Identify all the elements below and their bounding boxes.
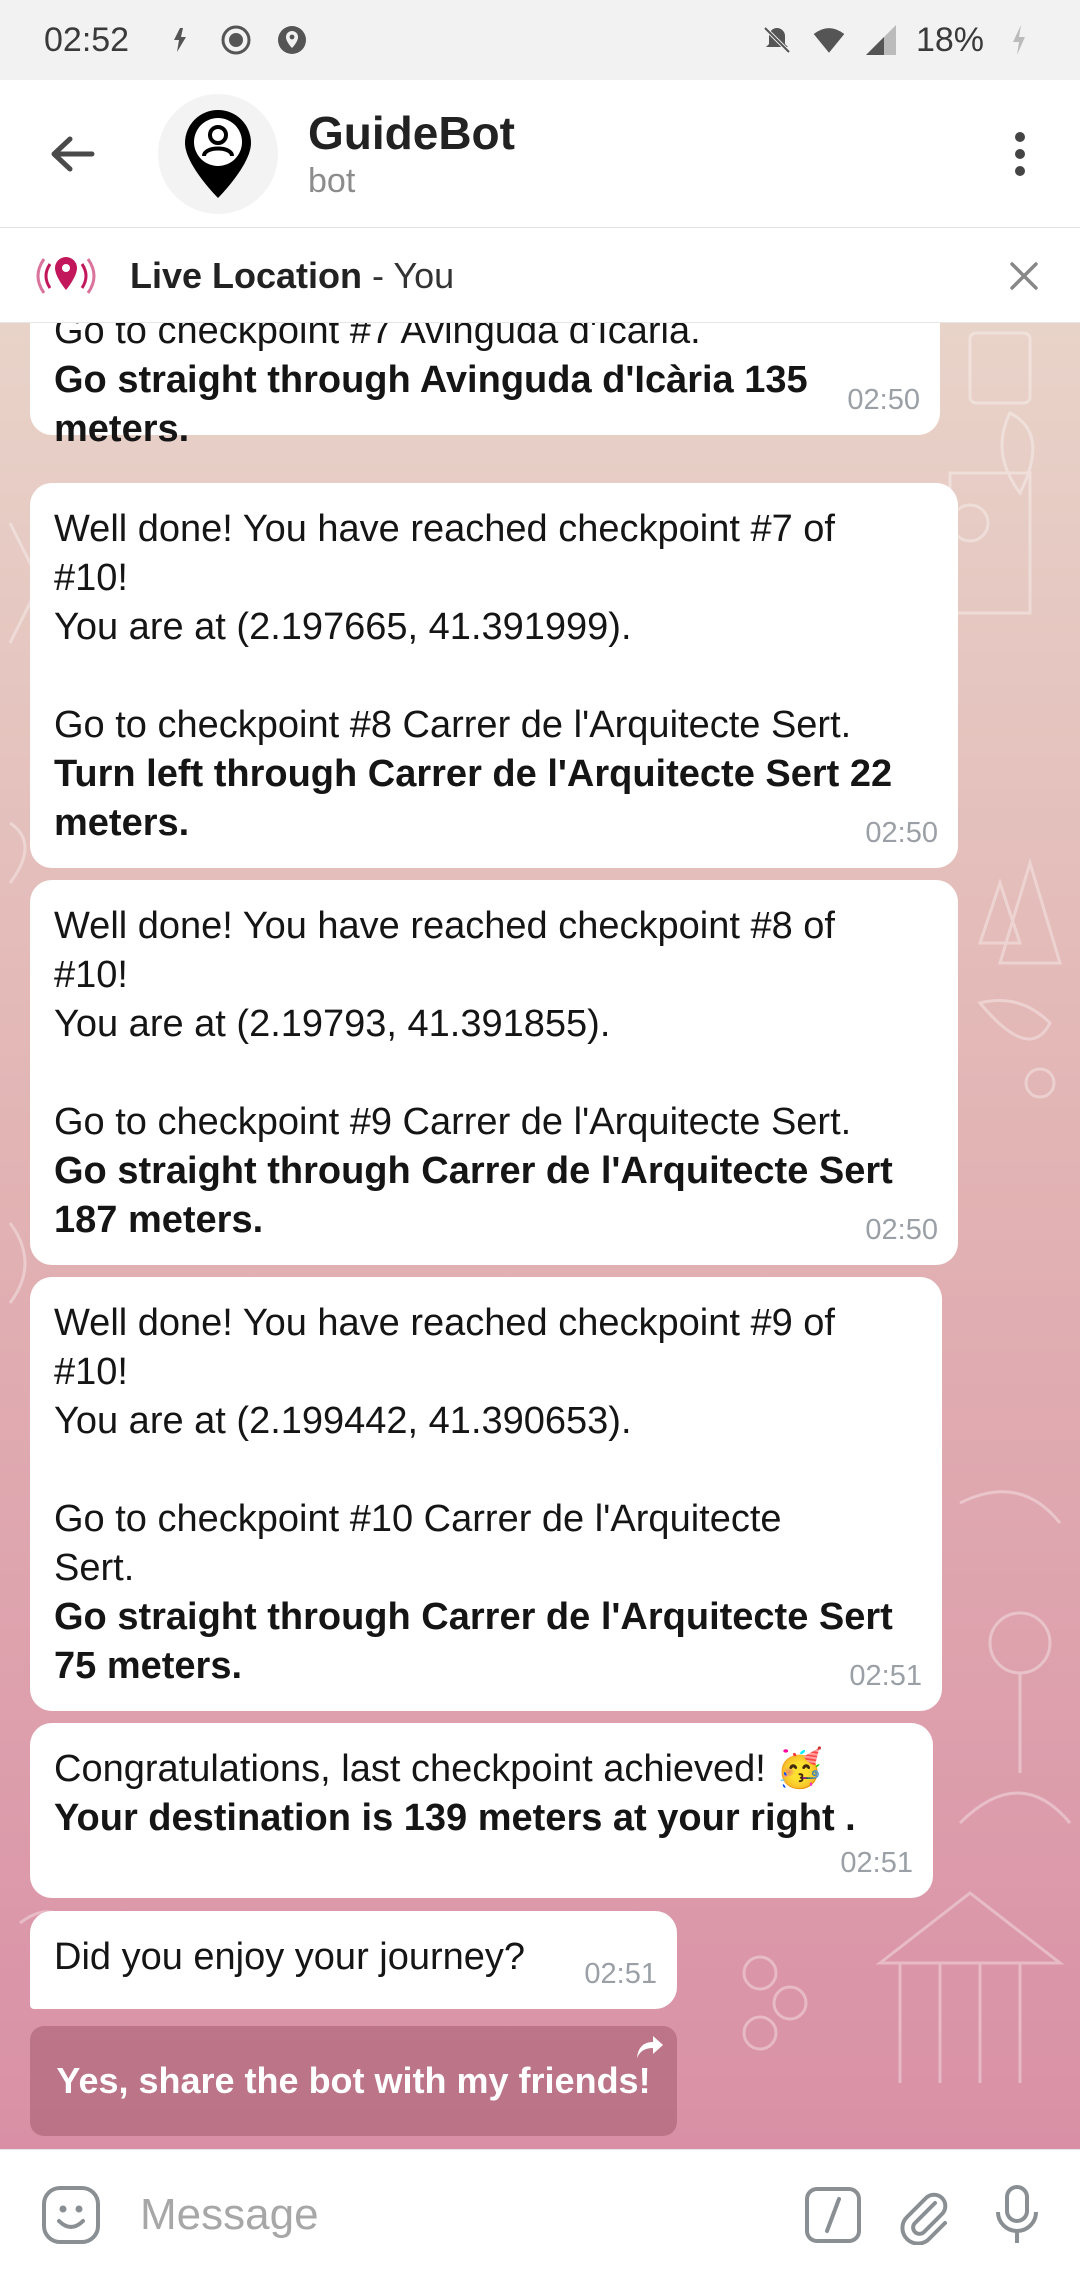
message-text: Turn left through Carrer de l'Arquitecte…: [54, 753, 893, 795]
battery-percent: 18%: [915, 20, 984, 59]
chat-header: GuideBot bot: [0, 80, 1080, 228]
more-vertical-icon: [1015, 131, 1025, 176]
voice-message-button[interactable]: [984, 2182, 1050, 2248]
message-text: Go to checkpoint #7 Avinguda d'Icària.: [54, 323, 701, 352]
message-text: #10!: [54, 954, 128, 996]
close-icon: [1010, 261, 1038, 290]
signal-icon: [864, 23, 898, 57]
message-text: Sert.: [54, 1547, 135, 1589]
message-bubble[interactable]: Well done! You have reached checkpoint #…: [30, 1277, 942, 1711]
paperclip-icon: [900, 2192, 948, 2245]
back-button[interactable]: [32, 114, 112, 194]
record-icon: [219, 23, 253, 57]
data-saver-icon: [163, 23, 197, 57]
location-icon: [275, 23, 309, 57]
message-time: 02:51: [840, 1847, 913, 1879]
message-text: Go straight through Avinguda d'Icària 13…: [54, 359, 808, 401]
bot-avatar[interactable]: [158, 93, 278, 214]
live-location-icon: [26, 246, 106, 306]
mute-icon: [760, 23, 794, 57]
message-text: Your destination is 139 meters at your r…: [54, 1797, 856, 1839]
message-bubble[interactable]: Did you enjoy your journey? 02:51: [30, 1911, 677, 2009]
emoji-button[interactable]: [38, 2182, 104, 2248]
message-text: Go straight through Carrer de l'Arquitec…: [54, 1596, 893, 1638]
message-text: Well done! You have reached checkpoint #…: [54, 508, 835, 550]
message-text: You are at (2.199442, 41.390653).: [54, 1400, 632, 1442]
message-text: #10!: [54, 557, 128, 599]
message-input[interactable]: [138, 2189, 642, 2241]
message-time: 02:50: [865, 1214, 938, 1246]
message-text: Go to checkpoint #10 Carrer de l'Arquite…: [54, 1498, 782, 1540]
message-text: 75 meters.: [54, 1645, 243, 1687]
message-composer: [0, 2149, 1080, 2280]
message-text: Go to checkpoint #8 Carrer de l'Arquitec…: [54, 704, 852, 746]
share-arrow-icon: [637, 2036, 663, 2058]
message-text: meters.: [54, 802, 190, 844]
message-bubble[interactable]: Well done! You have reached checkpoint #…: [30, 880, 958, 1265]
live-location-suffix: - You: [362, 254, 455, 296]
message-text: Well done! You have reached checkpoint #…: [54, 905, 835, 947]
message-text: 187 meters.: [54, 1199, 264, 1241]
chat-area[interactable]: Go to checkpoint #7 Avinguda d'Icària. G…: [0, 323, 1080, 2149]
status-bar: 02:52 18%: [0, 0, 1080, 80]
live-location-bar[interactable]: Live Location - You: [0, 229, 1080, 323]
message-text: Go straight through Carrer de l'Arquitec…: [54, 1150, 893, 1192]
message-text: Go to checkpoint #9 Carrer de l'Arquitec…: [54, 1101, 852, 1143]
message-bubble[interactable]: Go to checkpoint #7 Avinguda d'Icària. G…: [30, 323, 940, 450]
bot-commands-button[interactable]: [800, 2182, 866, 2248]
chat-title-block[interactable]: GuideBot bot: [308, 106, 515, 202]
message-text: Did you enjoy your journey?: [54, 1936, 526, 1978]
arrow-left-icon: [51, 136, 95, 171]
attach-button[interactable]: [892, 2182, 958, 2248]
close-live-location-button[interactable]: [994, 246, 1054, 306]
message-text: Congratulations, last checkpoint achieve…: [54, 1748, 824, 1790]
message-time: 02:50: [847, 384, 920, 416]
map-pin-person-icon: [185, 109, 251, 198]
chat-subtitle: bot: [308, 161, 356, 200]
share-bot-button[interactable]: Yes, share the bot with my friends!: [30, 2026, 677, 2136]
smiley-icon: [42, 2186, 100, 2244]
more-menu-button[interactable]: [990, 114, 1050, 194]
message-bubble[interactable]: Well done! You have reached checkpoint #…: [30, 483, 958, 868]
message-text: #10!: [54, 1351, 128, 1393]
wifi-icon: [812, 23, 846, 57]
share-bot-button-label: Yes, share the bot with my friends!: [56, 2060, 651, 2101]
battery-charging-icon: [1002, 23, 1036, 57]
message-time: 02:51: [584, 1958, 657, 1990]
message-text: You are at (2.197665, 41.391999).: [54, 606, 632, 648]
chat-title: GuideBot: [308, 106, 515, 159]
message-text: meters.: [54, 408, 190, 450]
microphone-icon: [996, 2185, 1038, 2243]
live-location-text: Live Location - You: [130, 255, 454, 297]
slash-command-icon: [805, 2187, 861, 2243]
message-text: You are at (2.19793, 41.391855).: [54, 1003, 611, 1045]
status-time: 02:52: [44, 20, 130, 59]
live-location-label: Live Location: [130, 254, 363, 296]
message-bubble[interactable]: Congratulations, last checkpoint achieve…: [30, 1723, 933, 1898]
message-time: 02:51: [849, 1660, 922, 1692]
message-time: 02:50: [865, 817, 938, 849]
message-text: Well done! You have reached checkpoint #…: [54, 1302, 835, 1344]
